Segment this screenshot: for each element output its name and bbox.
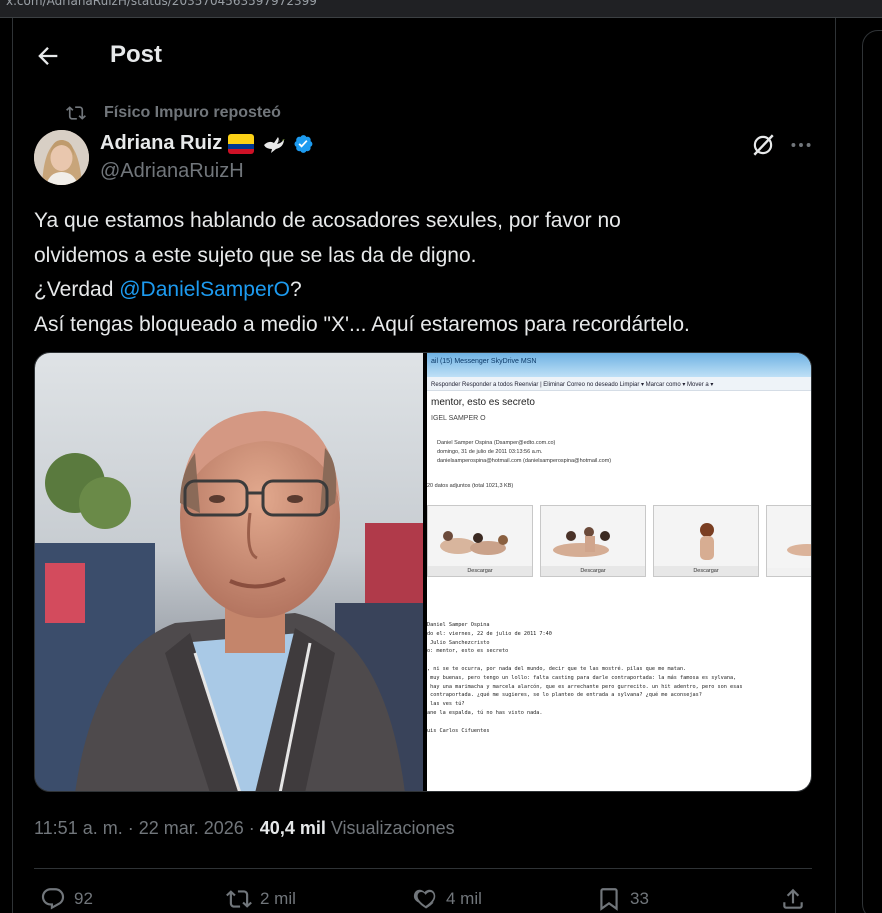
post-timestamp[interactable]: 11:51 a. m. · 22 mar. 2026 ·: [34, 818, 260, 838]
repost-count: 2 mil: [260, 889, 296, 908]
share-button[interactable]: [780, 886, 806, 912]
email-attachments: 20 datos adjuntos (total 1021,3 KB): [427, 483, 514, 489]
bookmark-count: 33: [630, 889, 649, 908]
email-subject: mentor, esto es secreto: [431, 397, 535, 408]
bookmark-icon: [600, 888, 618, 911]
reply-count: 92: [74, 889, 93, 908]
colombia-flag-icon: [228, 133, 255, 154]
like-button[interactable]: 4 mil: [412, 886, 482, 912]
download-label[interactable]: Descargar: [428, 566, 532, 576]
tweet-line-4: Así tengas bloqueado a medio "X'... Aquí…: [34, 312, 690, 336]
email-tabs: ail (15) Messenger SkyDrive MSN: [431, 358, 537, 365]
repost-label: Físico Impuro reposteó: [104, 104, 281, 121]
views-label: Visualizaciones: [325, 818, 455, 838]
repost-icon: [66, 106, 86, 120]
email-meta-line-1: Daniel Samper Ospina (Dsamper@edto.com.c…: [437, 440, 556, 446]
sidebar-card-edge: [862, 30, 882, 913]
email-meta: Daniel Samper Ospina (Dsamper@edto.com.c…: [437, 439, 611, 466]
reply-icon: [41, 888, 65, 910]
email-body: Daniel Samper Ospina do el: viernes, 22 …: [427, 622, 743, 734]
download-label[interactable]: Descargar: [654, 566, 758, 576]
share-icon: [783, 888, 803, 909]
mention-link[interactable]: @DanielSamperO: [119, 278, 290, 301]
grok-icon[interactable]: [750, 132, 776, 158]
reply-button[interactable]: 92: [40, 886, 93, 912]
attachment-thumb: Descargar: [540, 505, 646, 577]
author-handle[interactable]: @AdrianaRuizH: [100, 160, 244, 183]
tweet-media[interactable]: ail (15) Messenger SkyDrive MSN Responde…: [34, 352, 812, 792]
author-name-row[interactable]: Adriana Ruiz: [100, 132, 314, 155]
dove-icon: [264, 136, 286, 153]
heart-icon: [413, 889, 436, 909]
page-title: Post: [110, 41, 163, 68]
bookmark-button[interactable]: 33: [596, 886, 649, 912]
repost-indicator[interactable]: Físico Impuro reposteó: [66, 103, 281, 123]
tweet-line-2: olvidemos a este sujeto que se las da de…: [34, 243, 477, 267]
more-options-icon[interactable]: [788, 132, 814, 158]
download-label[interactable]: Descargar: [541, 566, 645, 576]
tweet-line-1: Ya que estamos hablando de acosadores se…: [34, 209, 621, 232]
tweet-line-3-post: ?: [289, 278, 302, 301]
browser-url-bar[interactable]: x.com/AdrianaRuizH/status/20357045635979…: [0, 0, 882, 18]
email-toolbar: Responder Responder a todos Reenviar | E…: [427, 377, 811, 391]
tweet-text: Ya que estamos hablando de acosadores se…: [34, 204, 824, 342]
attachment-thumbnails: Descargar Descargar Descargar: [427, 505, 811, 577]
verified-badge-icon: [294, 134, 313, 153]
post-meta: 11:51 a. m. · 22 mar. 2026 · 40,4 mil Vi…: [34, 818, 455, 839]
attachment-thumb: [766, 505, 811, 577]
man-photo[interactable]: [35, 353, 423, 791]
tweet-line-3: ¿Verdad @DanielSamperO?: [34, 273, 824, 308]
attachment-thumb: Descargar: [427, 505, 533, 577]
browser-url[interactable]: x.com/AdrianaRuizH/status/20357045635979…: [6, 0, 317, 8]
email-meta-line-3: danielsamperospina@hotmail.com (danielsa…: [437, 458, 612, 464]
attachment-thumb: Descargar: [653, 505, 759, 577]
email-screenshot-image[interactable]: ail (15) Messenger SkyDrive MSN Responde…: [427, 353, 811, 791]
views-count: 40,4 mil: [259, 818, 326, 838]
email-header-bar: ail (15) Messenger SkyDrive MSN: [427, 353, 811, 377]
repost-action-icon: [226, 890, 252, 908]
repost-button[interactable]: 2 mil: [226, 886, 296, 912]
author-name[interactable]: Adriana Ruiz: [100, 132, 222, 155]
email-from: IGEL SAMPER O: [431, 415, 486, 422]
divider: [34, 868, 812, 869]
avatar[interactable]: [34, 130, 89, 185]
back-arrow-icon[interactable]: [34, 42, 62, 70]
email-meta-line-2: domingo, 31 de julio de 2011 03:13:56 a.…: [437, 449, 543, 455]
like-count: 4 mil: [446, 889, 482, 908]
tweet-line-3-pre: ¿Verdad: [34, 278, 120, 301]
